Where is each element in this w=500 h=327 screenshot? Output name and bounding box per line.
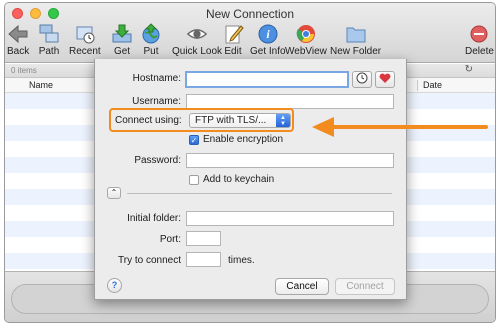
path-icon <box>38 23 60 45</box>
toolbar-webview-button[interactable]: WebView <box>285 23 327 57</box>
add-to-keychain-checkbox[interactable] <box>189 175 199 185</box>
toolbar-path-button[interactable]: Path <box>38 23 60 57</box>
toolbar-edit-label: Edit <box>224 46 242 57</box>
toolbar-back-button[interactable]: Back <box>7 23 29 57</box>
refresh-icon[interactable]: ↻ <box>465 64 473 75</box>
port-label: Port: <box>159 234 181 245</box>
info-icon: i <box>257 23 279 45</box>
toolbar-put-button[interactable]: Put <box>140 23 162 57</box>
items-count: 0 items <box>11 66 37 75</box>
heart-icon <box>379 73 391 87</box>
username-label: Username: <box>132 96 181 107</box>
times-label: times. <box>228 255 255 266</box>
pencil-icon <box>222 23 244 45</box>
toolbar-get-label: Get <box>113 46 131 57</box>
annotation-arrow <box>312 117 488 137</box>
toolbar-delete-label: Delete <box>465 46 494 57</box>
password-field[interactable] <box>186 153 394 168</box>
toolbar-quicklook-button[interactable]: Quick Look <box>172 23 222 57</box>
toolbar-path-label: Path <box>38 46 60 57</box>
cancel-button[interactable]: Cancel <box>275 278 329 295</box>
retry-count-field[interactable] <box>186 252 221 267</box>
toolbar-recent-label: Recent <box>69 46 101 57</box>
toolbar-webview-label: WebView <box>285 46 327 57</box>
hostname-label: Hostname: <box>132 73 181 84</box>
bookmarks-button[interactable] <box>375 71 395 88</box>
toolbar-back-label: Back <box>7 46 30 57</box>
chevron-up-icon: ⌃ <box>110 188 118 197</box>
back-arrow-icon <box>7 23 29 45</box>
new-folder-icon <box>345 23 367 45</box>
username-field[interactable] <box>186 94 394 109</box>
try-to-connect-label: Try to connect <box>118 255 181 266</box>
title-bar: New Connection Back Path Recent Get Put … <box>5 3 495 63</box>
enable-encryption-label: Enable encryption <box>203 134 284 145</box>
toolbar-delete-button[interactable]: Delete <box>465 23 494 57</box>
password-label: Password: <box>134 155 181 166</box>
delete-icon <box>468 23 490 45</box>
connect-button[interactable]: Connect <box>335 278 395 295</box>
upload-globe-icon <box>140 23 162 45</box>
section-divider <box>127 193 392 194</box>
chrome-icon <box>295 23 317 45</box>
recent-icon <box>74 23 96 45</box>
window-title: New Connection <box>205 7 295 21</box>
toolbar-recent-button[interactable]: Recent <box>69 23 101 57</box>
connect-using-popup[interactable]: FTP with TLS/... ▲ ▼ <box>189 113 291 128</box>
toolbar-getinfo-label: Get Info <box>250 46 286 57</box>
toolbar-quicklook-label: Quick Look <box>172 46 223 57</box>
new-connection-sheet: Hostname: Username: Connect using: FTP w… <box>94 59 407 300</box>
port-field[interactable] <box>186 231 221 246</box>
popup-arrows-icon: ▲ ▼ <box>276 114 290 127</box>
initial-folder-label: Initial folder: <box>127 213 181 224</box>
history-button[interactable] <box>352 71 372 88</box>
toolbar-newfolder-button[interactable]: New Folder <box>330 23 381 57</box>
eye-icon <box>186 23 208 45</box>
toolbar-getinfo-button[interactable]: i Get Info <box>250 23 286 57</box>
column-name-header[interactable]: Name <box>29 80 53 90</box>
toolbar-put-label: Put <box>143 46 159 57</box>
column-date-header[interactable]: Date <box>423 80 442 90</box>
disclosure-button[interactable]: ⌃ <box>107 187 121 199</box>
download-icon <box>111 23 133 45</box>
app-window: New Connection Back Path Recent Get Put … <box>4 2 496 323</box>
enable-encryption-checkbox[interactable]: ✓ <box>189 135 199 145</box>
add-to-keychain-label: Add to keychain <box>203 174 275 185</box>
toolbar-newfolder-label: New Folder <box>330 46 382 57</box>
connect-using-label: Connect using: <box>115 115 182 126</box>
initial-folder-field[interactable] <box>186 211 394 226</box>
toolbar-get-button[interactable]: Get <box>111 23 133 57</box>
toolbar-edit-button[interactable]: Edit <box>222 23 244 57</box>
clock-icon <box>356 72 368 87</box>
connect-using-value: FTP with TLS/... <box>195 115 267 126</box>
help-button[interactable]: ? <box>107 278 122 293</box>
column-divider <box>417 80 418 91</box>
hostname-field[interactable] <box>185 71 349 88</box>
